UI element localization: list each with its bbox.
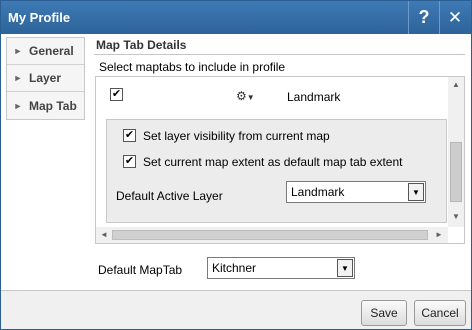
maptab-list: ✔ ⚙▼ Landmark ✔ Set layer visibility fro… [95,76,465,244]
save-button[interactable]: Save [361,300,407,326]
scroll-up-icon[interactable]: ▲ [449,80,463,89]
horizontal-scroll-thumb[interactable] [112,230,428,240]
checkmark-icon: ✔ [124,155,135,167]
checkmark-icon: ✔ [111,88,122,100]
default-maptab-select[interactable]: Kitchner ▼ [207,257,355,279]
layer-visibility-checkbox[interactable]: ✔ [123,129,136,142]
dialog-body: ► General ► Layer ► Map Tab Map Tab Deta… [1,34,471,290]
title-bar[interactable]: My Profile ? ✕ [1,1,471,34]
gear-menu-button[interactable]: ⚙▼ [236,89,255,103]
profile-nav: ► General ► Layer ► Map Tab [6,37,85,120]
section-title: Map Tab Details [96,38,187,52]
chevron-right-icon: ► [13,73,23,83]
default-maptab-value: Kitchner [212,261,257,275]
map-extent-checkbox[interactable]: ✔ [123,155,136,168]
maptab-row: ✔ ⚙▼ Landmark [96,77,448,109]
map-extent-label: Set current map extent as default map ta… [143,155,403,169]
help-button[interactable]: ? [408,1,439,34]
close-button[interactable]: ✕ [439,1,470,34]
default-layer-value: Landmark [291,185,345,199]
chevron-down-icon[interactable]: ▼ [408,183,424,201]
default-layer-label: Default Active Layer [116,189,223,203]
gear-icon: ⚙ [236,89,247,103]
chevron-right-icon: ► [13,46,23,56]
chevron-right-icon: ► [13,100,23,111]
scroll-down-icon[interactable]: ▼ [449,212,463,221]
footer-divider [1,290,471,291]
nav-item-map-tab[interactable]: ► Map Tab [7,92,84,119]
checkmark-icon: ✔ [124,129,135,141]
chevron-down-icon[interactable]: ▼ [337,259,353,277]
scroll-right-icon[interactable]: ► [432,230,446,239]
maptab-details-panel: ✔ Set layer visibility from current map … [106,119,447,223]
layer-visibility-label: Set layer visibility from current map [143,129,330,143]
nav-item-label: General [29,44,74,58]
vertical-scroll-thumb[interactable] [450,142,462,202]
nav-item-label: Map Tab [29,98,77,113]
help-icon: ? [418,7,430,27]
default-layer-select[interactable]: Landmark ▼ [286,181,426,203]
vertical-scrollbar[interactable]: ▲ ▼ [448,77,464,227]
instruction-text: Select maptabs to include in profile [99,60,286,74]
cancel-button[interactable]: Cancel [414,300,466,326]
maptab-name: Landmark [287,90,341,104]
nav-item-label: Layer [29,71,62,85]
close-icon: ✕ [447,7,463,27]
maptab-checkbox[interactable]: ✔ [110,88,123,101]
caret-down-icon: ▼ [246,93,255,102]
default-maptab-label: Default MapTab [98,263,183,277]
window-title: My Profile [8,10,71,25]
my-profile-dialog: My Profile ? ✕ ► General ► Layer ► Map T… [0,0,472,330]
nav-item-layer[interactable]: ► Layer [7,65,84,92]
nav-item-general[interactable]: ► General [7,38,84,65]
section-divider [94,54,465,55]
horizontal-scrollbar[interactable]: ◄ ► [96,227,448,243]
scroll-left-icon[interactable]: ◄ [97,230,111,239]
